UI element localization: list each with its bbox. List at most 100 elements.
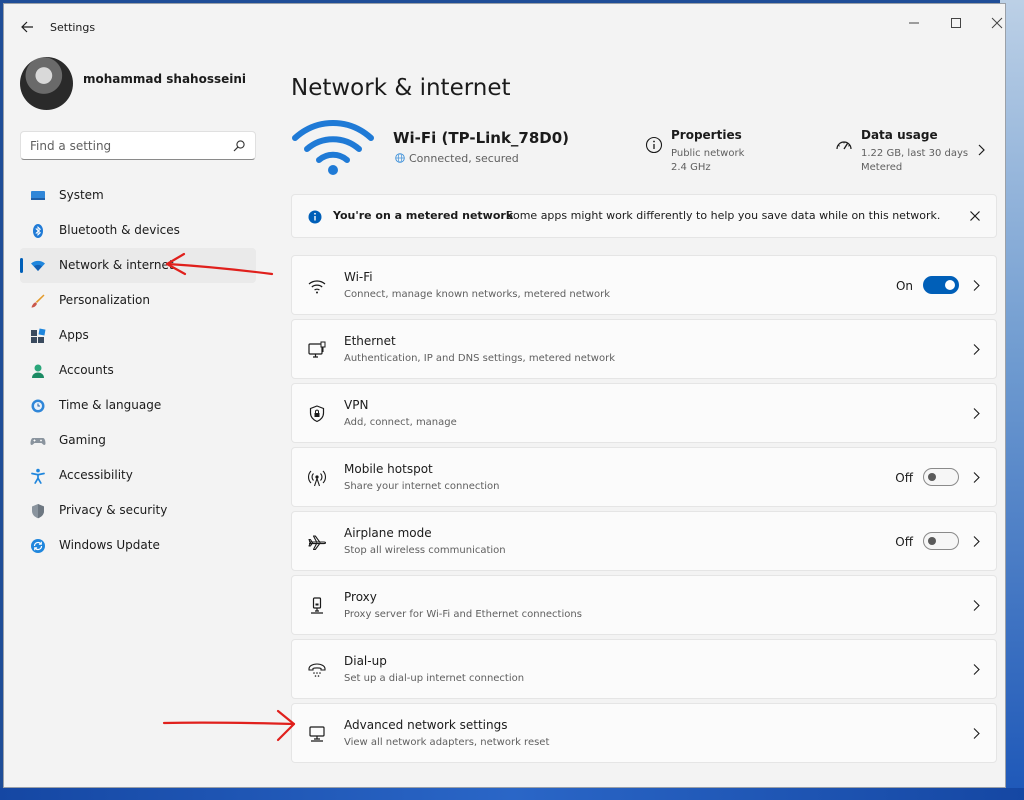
annotation-arrow-advanced: [162, 709, 296, 742]
update-icon: [31, 539, 45, 553]
active-indicator: [20, 258, 23, 273]
sidebar-item-label: Apps: [59, 328, 89, 342]
gamepad-icon: [30, 438, 46, 445]
ethernet-row[interactable]: Ethernet Authentication, IP and DNS sett…: [291, 319, 997, 379]
sidebar-item-windows-update[interactable]: Windows Update: [20, 528, 256, 563]
dialup-icon: [308, 663, 326, 677]
accessibility-icon: [31, 468, 45, 484]
window-title: Settings: [50, 21, 96, 34]
row-subtitle: Set up a dial-up internet connection: [344, 673, 525, 684]
avatar[interactable]: [20, 57, 73, 110]
row-subtitle: Stop all wireless communication: [344, 545, 506, 556]
sidebar-item-privacy[interactable]: Privacy & security: [20, 493, 256, 528]
brush-icon: [31, 294, 45, 308]
back-arrow-icon[interactable]: [17, 16, 39, 38]
bluetooth-icon: [33, 224, 43, 238]
network-profile: Public network: [671, 148, 745, 159]
network-name: Wi-Fi (TP-Link_78D0): [393, 129, 570, 147]
row-subtitle: Proxy server for Wi-Fi and Ethernet conn…: [344, 609, 582, 620]
desktop-taskbar-edge: [0, 788, 1024, 800]
proxy-icon: [311, 597, 323, 614]
sidebar-item-gaming[interactable]: Gaming: [20, 423, 256, 458]
toggle-knob: [928, 473, 936, 481]
toggle-knob: [928, 537, 936, 545]
sidebar-item-label: Time & language: [59, 398, 162, 412]
apps-icon: [31, 328, 46, 343]
wifi-hero-icon: [292, 120, 374, 175]
person-icon: [32, 364, 44, 378]
annotation-arrow-network: [165, 252, 274, 276]
search-icon[interactable]: [232, 139, 246, 153]
sidebar-item-bluetooth[interactable]: Bluetooth & devices: [20, 213, 256, 248]
airplane-icon: [308, 535, 327, 551]
info-icon: [645, 136, 663, 154]
airplane-mode-row[interactable]: Airplane mode Stop all wireless communic…: [291, 511, 997, 571]
monitor-icon: [31, 191, 45, 200]
row-title: Mobile hotspot: [344, 462, 433, 476]
ethernet-icon: [308, 341, 326, 358]
airplane-mode-toggle[interactable]: [923, 532, 959, 550]
properties-title: Properties: [671, 128, 742, 142]
proxy-row[interactable]: Proxy Proxy server for Wi-Fi and Etherne…: [291, 575, 997, 635]
vpn-shield-icon: [309, 405, 325, 423]
info-filled-icon: [308, 210, 322, 224]
chevron-right-icon[interactable]: [976, 143, 986, 157]
sidebar-item-label: Network & internet: [59, 258, 174, 272]
network-band: 2.4 GHz: [671, 162, 711, 173]
row-title: VPN: [344, 398, 369, 412]
sidebar-item-label: Accessibility: [59, 468, 133, 482]
row-title: Airplane mode: [344, 526, 432, 540]
minimize-icon[interactable]: [899, 12, 929, 34]
chevron-right-icon: [973, 536, 980, 547]
wifi-icon: [31, 260, 45, 271]
row-title: Dial-up: [344, 654, 387, 668]
sidebar-item-personalization[interactable]: Personalization: [20, 283, 256, 318]
advanced-network-settings-row[interactable]: Advanced network settings View all netwo…: [291, 703, 997, 763]
sidebar-item-time-language[interactable]: Time & language: [20, 388, 256, 423]
toggle-state-label: Off: [895, 535, 913, 549]
metered-network-banner: You're on a metered network Some apps mi…: [291, 194, 997, 238]
row-subtitle: Authentication, IP and DNS settings, met…: [344, 353, 616, 364]
mobile-hotspot-toggle[interactable]: [923, 468, 959, 486]
row-subtitle: Share your internet connection: [344, 481, 500, 492]
row-title: Advanced network settings: [344, 718, 508, 732]
dial-up-row[interactable]: Dial-up Set up a dial-up internet connec…: [291, 639, 997, 699]
sidebar-item-label: Windows Update: [59, 538, 160, 552]
row-title: Proxy: [344, 590, 377, 604]
vpn-row[interactable]: VPN Add, connect, manage: [291, 383, 997, 443]
chevron-right-icon: [973, 280, 980, 291]
shield-icon: [32, 504, 44, 519]
sidebar-item-label: Accounts: [59, 363, 114, 377]
sidebar-item-label: Privacy & security: [59, 503, 168, 517]
toggle-state-label: On: [895, 279, 913, 293]
wifi-toggle[interactable]: [923, 276, 959, 294]
chevron-right-icon: [973, 408, 980, 419]
connection-status: Connected, secured: [395, 152, 519, 165]
row-title: Ethernet: [344, 334, 396, 348]
chevron-right-icon: [973, 664, 980, 675]
row-subtitle: View all network adapters, network reset: [344, 737, 550, 748]
sidebar-item-accessibility[interactable]: Accessibility: [20, 458, 256, 493]
user-name: mohammad shahosseini: [83, 72, 247, 86]
banner-title: You're on a metered network: [333, 209, 514, 222]
sidebar-item-apps[interactable]: Apps: [20, 318, 256, 353]
search-input[interactable]: [30, 137, 220, 155]
sidebar-item-label: Personalization: [59, 293, 150, 307]
toggle-state-label: Off: [895, 471, 913, 485]
close-icon[interactable]: [982, 12, 1012, 34]
chevron-right-icon: [973, 600, 980, 611]
close-icon[interactable]: [968, 209, 982, 223]
sidebar-item-label: System: [59, 188, 104, 202]
gauge-icon: [836, 141, 852, 150]
data-usage-title: Data usage: [861, 128, 938, 142]
toggle-knob: [945, 280, 955, 290]
search-box[interactable]: [20, 131, 256, 160]
metered-status: Metered: [861, 162, 903, 173]
sidebar-item-accounts[interactable]: Accounts: [20, 353, 256, 388]
mobile-hotspot-row[interactable]: Mobile hotspot Share your internet conne…: [291, 447, 997, 507]
maximize-icon[interactable]: [941, 12, 971, 34]
page-title: Network & internet: [291, 75, 511, 102]
row-subtitle: Add, connect, manage: [344, 417, 457, 428]
wifi-row[interactable]: Wi-Fi Connect, manage known networks, me…: [291, 255, 997, 315]
sidebar-item-system[interactable]: System: [20, 178, 256, 213]
